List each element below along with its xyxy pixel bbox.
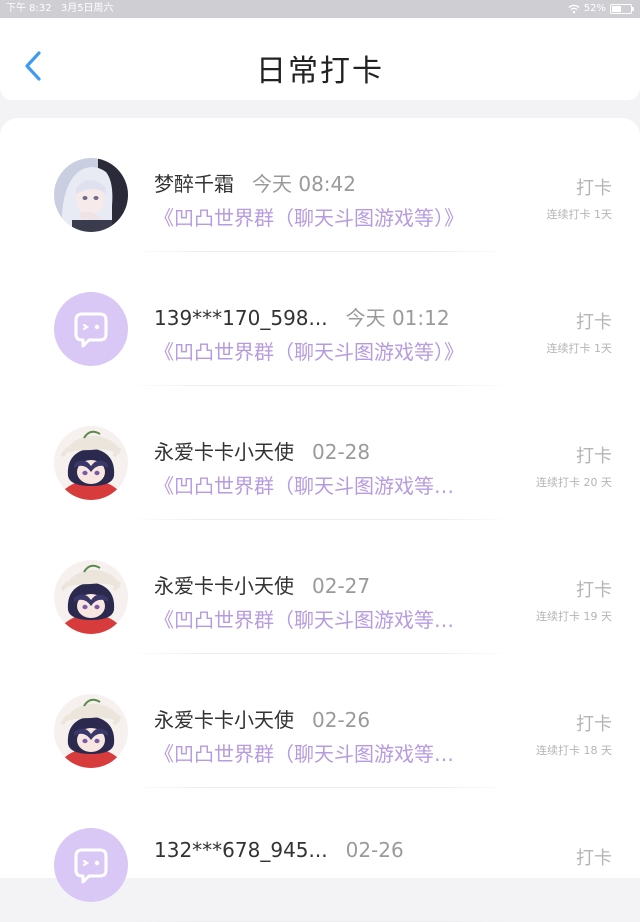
name-line: 132***678_945... 02-26 [154, 838, 404, 862]
checkin-label: 打卡 [576, 848, 612, 869]
group-link[interactable]: 《凹凸世界群（聊天斗图游戏等）》 [154, 202, 464, 231]
user-name[interactable]: 梦醉千霜 [154, 172, 234, 196]
streak-count: 连续打卡 1天 [546, 342, 613, 355]
checkin-label: 打卡 [576, 178, 612, 199]
name-line: 永爱卡卡小天使 02-28 [154, 436, 370, 465]
chat-bubble-icon [54, 828, 128, 902]
checkin-row[interactable]: 永爱卡卡小天使 02-27 《凹凸世界群（聊天斗图游戏等… 打卡连续打卡 19 天 [0, 520, 640, 654]
user-name[interactable]: 132***678_945... [154, 838, 328, 862]
status-right: 52% [568, 0, 634, 18]
user-avatar-image [54, 158, 128, 232]
name-line: 梦醉千霜 今天 08:42 [154, 168, 356, 197]
header-bar: 日常打卡 [0, 18, 640, 100]
checkin-row[interactable]: 139***170_598... 今天 01:12 《凹凸世界群（聊天斗图游戏等）》… [0, 252, 640, 386]
streak-count: 连续打卡 19 天 [536, 610, 612, 623]
group-link[interactable]: 《凹凸世界群（聊天斗图游戏等）》 [154, 336, 464, 365]
avatar[interactable] [54, 828, 128, 902]
checkin-time: 02-26 [312, 708, 371, 732]
checkin-time: 02-28 [312, 440, 371, 464]
checkin-row[interactable]: 永爱卡卡小天使 02-26 《凹凸世界群（聊天斗图游戏等… 打卡连续打卡 18 天 [0, 654, 640, 788]
checkin-time: 今天 01:12 [345, 306, 450, 330]
user-avatar-image [54, 426, 128, 500]
streak-count: 连续打卡 1天 [546, 208, 613, 221]
checkin-label: 打卡 [576, 580, 612, 601]
user-name[interactable]: 永爱卡卡小天使 [154, 574, 294, 598]
chat-bubble-icon [54, 292, 128, 366]
checkin-time: 02-27 [312, 574, 371, 598]
avatar[interactable] [54, 694, 128, 768]
wifi-icon [568, 4, 580, 14]
checkin-row[interactable]: 梦醉千霜 今天 08:42 《凹凸世界群（聊天斗图游戏等）》 打卡连续打卡 1天 [0, 118, 640, 252]
name-line: 永爱卡卡小天使 02-26 [154, 704, 370, 733]
checkin-label: 打卡 [576, 312, 612, 333]
checkin-label: 打卡 [576, 714, 612, 735]
streak-count: 连续打卡 20 天 [536, 476, 612, 489]
group-link[interactable]: 《凹凸世界群（聊天斗图游戏等… [154, 738, 454, 767]
checkin-row[interactable]: 永爱卡卡小天使 02-28 《凹凸世界群（聊天斗图游戏等… 打卡连续打卡 20 天 [0, 386, 640, 520]
streak-count: 连续打卡 18 天 [536, 744, 612, 757]
group-link[interactable]: 《凹凸世界群（聊天斗图游戏等… [154, 604, 454, 633]
status-time-date: 下午 8:32 3月5日周六 [6, 0, 114, 18]
user-avatar-image [54, 560, 128, 634]
checkin-label: 打卡 [576, 446, 612, 467]
group-link[interactable]: 《凹凸世界群（聊天斗图游戏等… [154, 470, 454, 499]
avatar[interactable] [54, 158, 128, 232]
status-bar: 下午 8:32 3月5日周六 52% [0, 0, 640, 18]
checkin-time: 今天 08:42 [252, 172, 356, 196]
avatar[interactable] [54, 560, 128, 634]
avatar[interactable] [54, 292, 128, 366]
checkin-list: 梦醉千霜 今天 08:42 《凹凸世界群（聊天斗图游戏等）》 打卡 连续打卡 1天 139… [0, 118, 640, 922]
page-title: 日常打卡 [256, 54, 384, 89]
user-name[interactable]: 永爱卡卡小天使 [154, 708, 294, 732]
user-name[interactable]: 139***170_598... [154, 306, 328, 330]
status-date: 3月5日周六 [60, 3, 114, 14]
battery-icon [610, 4, 634, 14]
user-avatar-image [54, 694, 128, 768]
checkin-row[interactable]: 132***678_945... 02-26 打卡 [0, 788, 640, 922]
status-time: 下午 8:32 [6, 3, 52, 14]
user-name[interactable]: 永爱卡卡小天使 [154, 440, 294, 464]
battery-percent: 52% [583, 3, 606, 14]
checkin-time: 02-26 [345, 838, 404, 862]
name-line: 永爱卡卡小天使 02-27 [154, 570, 370, 599]
name-line: 139***170_598... 今天 01:12 [154, 302, 450, 331]
avatar[interactable] [54, 426, 128, 500]
